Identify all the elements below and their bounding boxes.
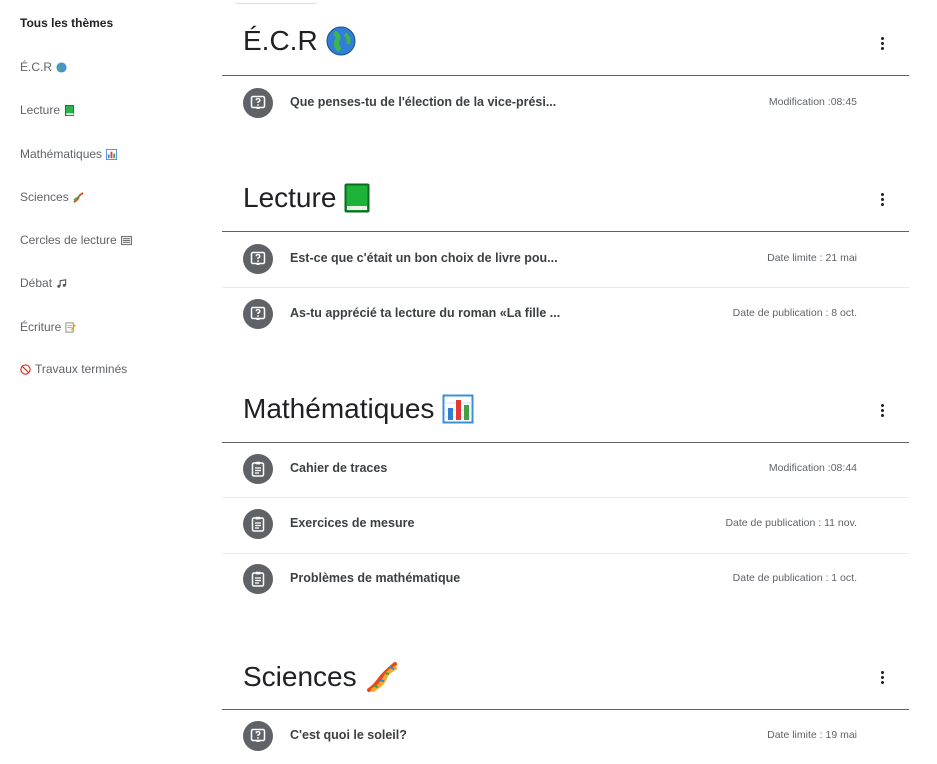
sidebar-item-ecriture[interactable]: Écriture xyxy=(20,320,77,334)
sidebar-item-label: Sciences xyxy=(20,190,69,204)
sidebar-item-all-topics[interactable]: Tous les thèmes xyxy=(20,16,113,30)
more-vert-icon xyxy=(880,670,884,685)
green-book-icon xyxy=(344,183,370,213)
topic-title-text: Lecture xyxy=(243,182,337,213)
list-item[interactable]: C'est quoi le soleil? Date limite : 19 m… xyxy=(222,710,909,762)
item-meta: Modification :08:45 xyxy=(768,96,857,108)
dna-icon xyxy=(366,662,397,692)
sidebar-item-mathematiques[interactable]: Mathématiques xyxy=(20,147,118,161)
topic-title-sciences: Sciences xyxy=(243,660,399,694)
material-icon xyxy=(243,454,273,484)
topic-divider xyxy=(222,75,909,76)
sidebar-item-sciences[interactable]: Sciences xyxy=(20,190,84,204)
question-icon xyxy=(243,88,273,118)
question-icon xyxy=(243,721,273,751)
sidebar-item-label: Cercles de lecture xyxy=(20,233,117,247)
more-vert-icon xyxy=(880,36,884,51)
item-meta: Date de publication : 8 oct. xyxy=(732,307,857,319)
bar-chart-icon xyxy=(106,148,118,160)
item-title: As-tu apprécié ta lecture du roman «La f… xyxy=(290,306,561,320)
sidebar-item-label: Travaux terminés xyxy=(35,362,128,376)
item-title: Que penses-tu de l'élection de la vice-p… xyxy=(290,95,557,109)
material-icon xyxy=(243,509,273,539)
topic-title-text: É.C.R xyxy=(243,25,318,56)
sidebar-item-cercles-de-lecture[interactable]: Cercles de lecture xyxy=(20,233,132,247)
sidebar-item-label: Tous les thèmes xyxy=(20,16,114,30)
topic-divider xyxy=(222,231,909,232)
topic-title-ecr: É.C.R xyxy=(243,25,356,57)
memo-icon xyxy=(65,321,77,333)
sidebar-item-lecture[interactable]: Lecture xyxy=(20,103,75,117)
green-book-icon xyxy=(64,104,75,116)
sidebar-item-debat[interactable]: Débat xyxy=(20,276,67,290)
item-meta: Date limite : 21 mai xyxy=(767,252,857,264)
topic-options-button[interactable] xyxy=(872,667,892,687)
topic-title-lecture: Lecture xyxy=(243,182,370,214)
material-icon xyxy=(243,564,273,594)
list-item[interactable]: As-tu apprécié ta lecture du roman «La f… xyxy=(222,288,909,340)
topic-options-button[interactable] xyxy=(872,400,892,420)
prohibited-icon xyxy=(20,363,31,375)
music-notes-icon xyxy=(57,278,67,288)
item-meta: Date limite : 19 mai xyxy=(767,729,857,741)
newspaper-icon xyxy=(120,235,132,245)
topic-options-button[interactable] xyxy=(872,33,892,53)
sidebar-item-ecr[interactable]: É.C.R xyxy=(20,60,67,74)
globe-icon xyxy=(56,61,67,73)
item-title: C'est quoi le soleil? xyxy=(290,728,407,742)
topic-title-text: Mathématiques xyxy=(243,393,435,424)
sidebar-item-label: Mathématiques xyxy=(20,147,103,161)
topic-options-button[interactable] xyxy=(872,189,892,209)
more-vert-icon xyxy=(880,192,884,207)
list-item[interactable]: Est-ce que c'était un bon choix de livre… xyxy=(222,233,909,285)
item-title: Exercices de mesure xyxy=(290,516,415,530)
item-meta: Modification :08:44 xyxy=(768,462,857,474)
list-item[interactable]: Que penses-tu de l'élection de la vice-p… xyxy=(222,77,909,129)
topic-title-mathematiques: Mathématiques xyxy=(243,393,474,425)
top-tab-stub xyxy=(234,0,318,4)
sidebar: Tous les thèmes É.C.R Lecture Mathématiq… xyxy=(0,0,210,764)
more-vert-icon xyxy=(880,403,884,418)
item-meta: Date de publication : 1 oct. xyxy=(732,572,857,584)
sidebar-item-travaux-termines[interactable]: Travaux terminés xyxy=(20,362,127,376)
item-title: Est-ce que c'était un bon choix de livre… xyxy=(290,251,558,265)
sidebar-item-label: Écriture xyxy=(20,320,62,334)
list-item[interactable]: Exercices de mesure Date de publication … xyxy=(222,498,909,550)
sidebar-item-label: É.C.R xyxy=(20,60,53,74)
item-meta: Date de publication : 11 nov. xyxy=(725,517,857,529)
item-title: Cahier de traces xyxy=(290,461,388,475)
question-icon xyxy=(243,244,273,274)
question-icon xyxy=(243,299,273,329)
item-title: Problèmes de mathématique xyxy=(290,571,461,585)
globe-icon xyxy=(326,26,356,56)
list-item[interactable]: Cahier de traces Modification :08:44 xyxy=(222,443,909,495)
sidebar-item-label: Débat xyxy=(20,276,53,290)
dna-icon xyxy=(73,191,84,203)
topic-title-text: Sciences xyxy=(243,661,357,692)
sidebar-item-label: Lecture xyxy=(20,103,61,117)
list-item[interactable]: Problèmes de mathématique Date de public… xyxy=(222,553,909,605)
bar-chart-icon xyxy=(442,394,474,424)
